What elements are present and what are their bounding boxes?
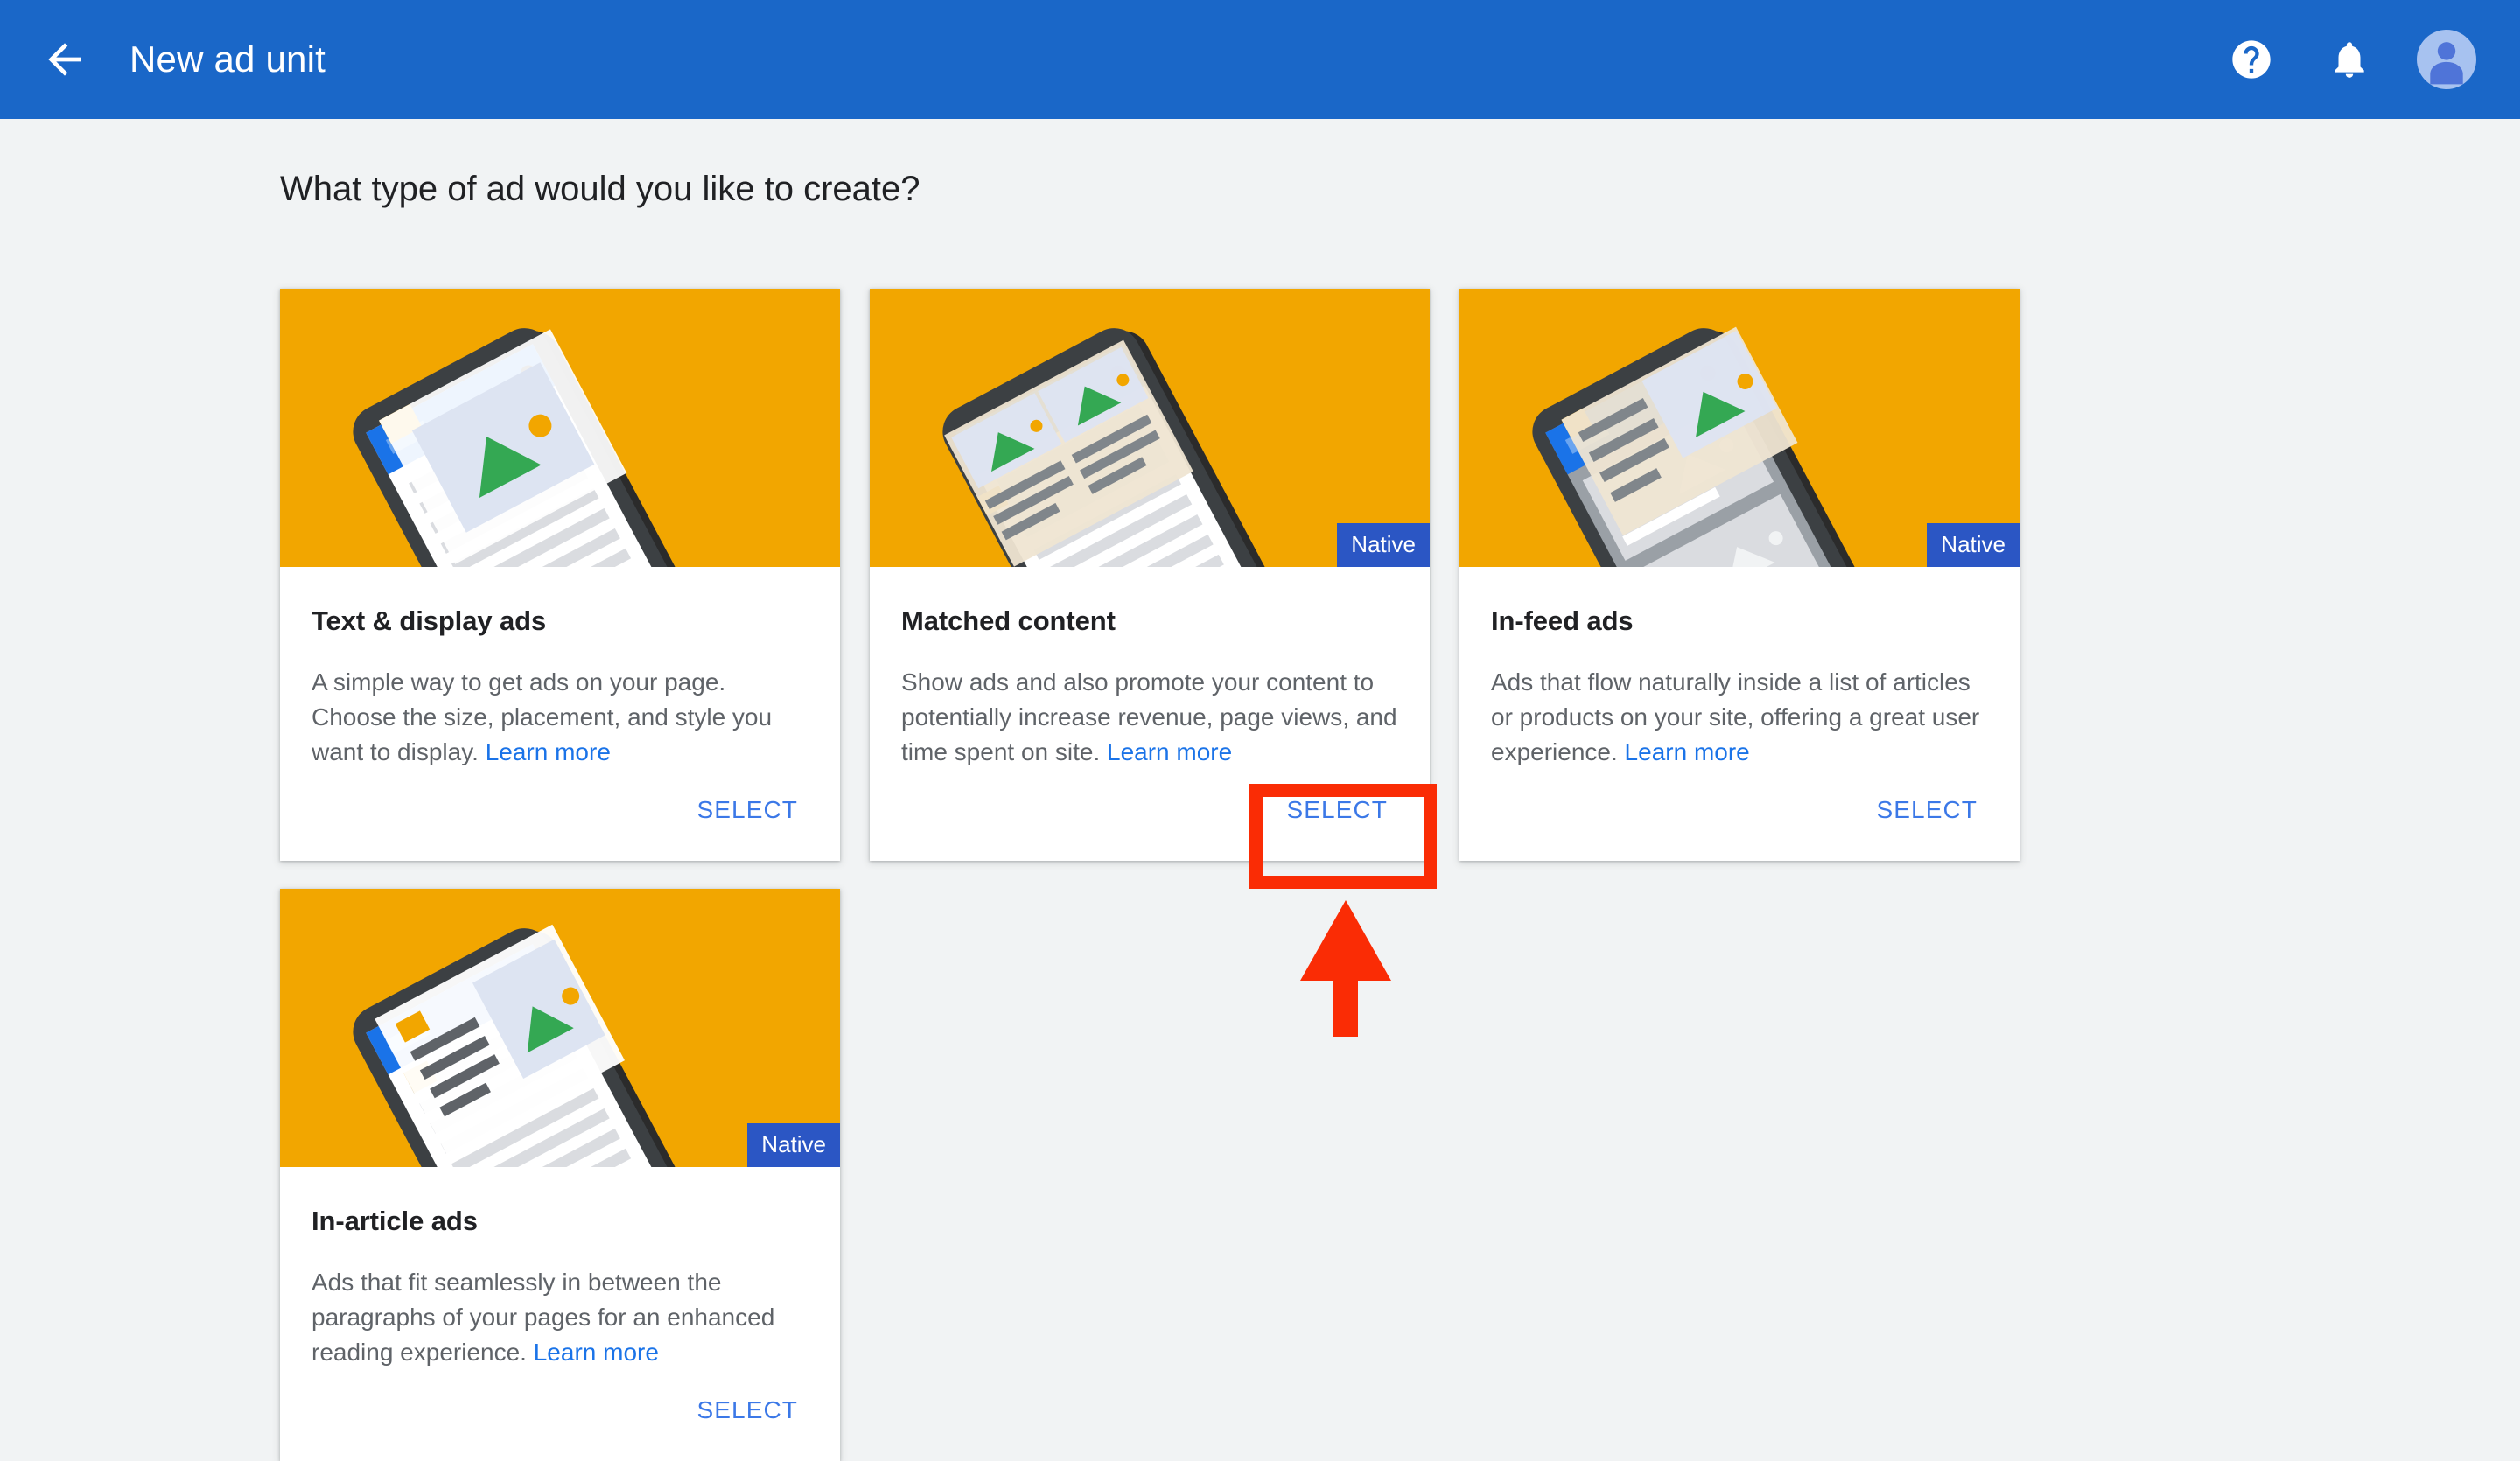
card-illustration: Native xyxy=(1460,289,2020,567)
card-illustration: Native xyxy=(280,889,840,1167)
help-icon[interactable] xyxy=(2221,29,2282,90)
card-title: In-feed ads xyxy=(1491,605,1634,636)
card-actions: SELECT xyxy=(280,770,840,861)
select-button[interactable]: SELECT xyxy=(686,1389,808,1431)
native-badge: Native xyxy=(747,1123,840,1167)
back-arrow-icon[interactable] xyxy=(37,31,93,87)
ad-type-card[interactable]: Native Matched content Show ads and also… xyxy=(870,289,1430,861)
ad-type-card-grid: Text & display ads A simple way to get a… xyxy=(280,289,2292,1461)
card-title: Matched content xyxy=(901,605,1116,636)
card-description: A simple way to get ads on your page. Ch… xyxy=(312,665,808,770)
bell-icon[interactable] xyxy=(2319,29,2380,90)
page-title: New ad unit xyxy=(130,38,326,80)
header-actions xyxy=(2221,29,2476,90)
learn-more-link[interactable]: Learn more xyxy=(1625,738,1750,765)
learn-more-link[interactable]: Learn more xyxy=(1107,738,1232,765)
card-actions: SELECT xyxy=(1460,770,2020,861)
card-title: In-article ads xyxy=(312,1206,478,1236)
card-body: In-article ads Ads that fit seamlessly i… xyxy=(280,1167,840,1370)
select-button[interactable]: SELECT xyxy=(686,789,808,831)
card-body: In-feed ads Ads that flow naturally insi… xyxy=(1460,567,2020,770)
card-illustration xyxy=(280,289,840,567)
card-description: Ads that fit seamlessly in between the p… xyxy=(312,1265,808,1370)
avatar[interactable] xyxy=(2417,30,2476,89)
ad-type-card[interactable]: Native In-feed ads Ads that flow natural… xyxy=(1460,289,2020,861)
ad-type-card[interactable]: Native In-article ads Ads that fit seaml… xyxy=(280,889,840,1461)
card-description: Ads that flow naturally inside a list of… xyxy=(1491,665,1988,770)
card-illustration: Native xyxy=(870,289,1430,567)
select-button[interactable]: SELECT xyxy=(1866,789,1988,831)
learn-more-link[interactable]: Learn more xyxy=(534,1339,659,1366)
card-description: Show ads and also promote your content t… xyxy=(901,665,1398,770)
card-actions: SELECT xyxy=(280,1370,840,1461)
select-button[interactable]: SELECT xyxy=(1276,789,1398,831)
native-badge: Native xyxy=(1337,523,1430,567)
card-body: Matched content Show ads and also promot… xyxy=(870,567,1430,770)
main-content: What type of ad would you like to create… xyxy=(0,119,2520,1461)
app-header: New ad unit xyxy=(0,0,2520,119)
card-body: Text & display ads A simple way to get a… xyxy=(280,567,840,770)
card-actions: SELECT xyxy=(870,770,1430,861)
content-heading: What type of ad would you like to create… xyxy=(280,170,920,208)
card-title: Text & display ads xyxy=(312,605,547,636)
learn-more-link[interactable]: Learn more xyxy=(486,738,611,765)
native-badge: Native xyxy=(1927,523,2020,567)
ad-type-card[interactable]: Text & display ads A simple way to get a… xyxy=(280,289,840,861)
